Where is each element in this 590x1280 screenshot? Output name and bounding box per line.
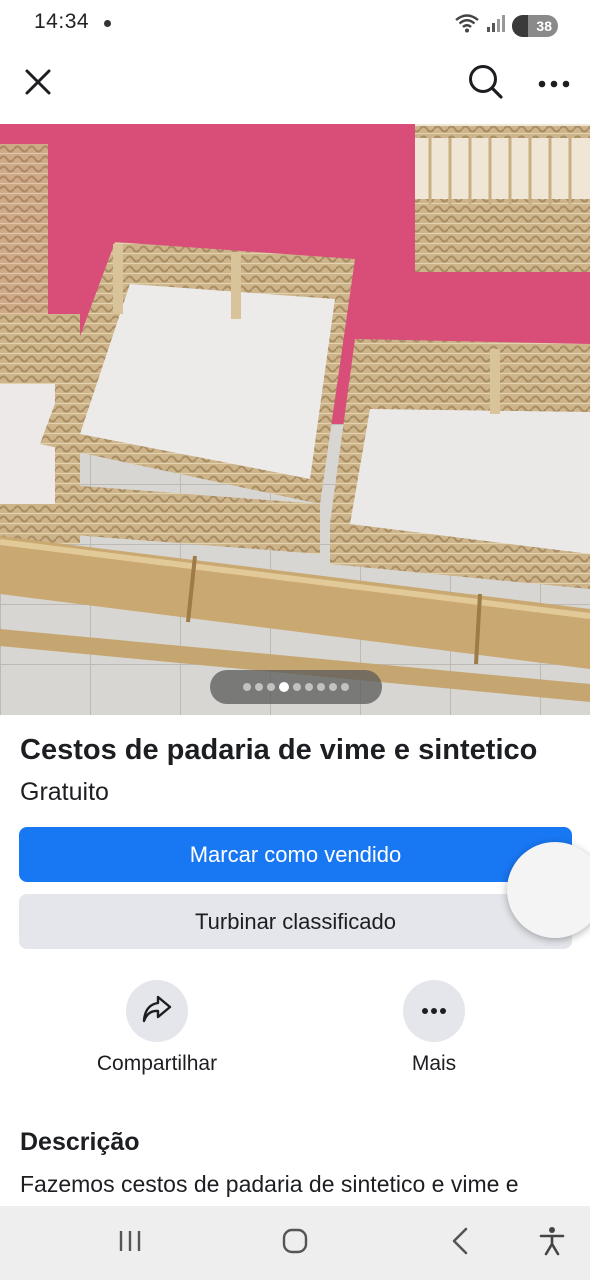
boost-listing-button[interactable]: Turbinar classificado: [19, 894, 572, 949]
home-button[interactable]: [265, 1218, 325, 1268]
battery-level: 38: [536, 17, 552, 34]
status-bar: 14:34 38: [0, 0, 590, 50]
carousel-indicator[interactable]: [210, 670, 382, 704]
listing-title: Cestos de padaria de vime e sintetico: [20, 734, 538, 766]
carousel-dot: [317, 683, 325, 691]
recent-apps-button[interactable]: [100, 1218, 160, 1268]
more-label: Mais: [411, 1052, 457, 1075]
listing-price: Gratuito: [20, 778, 109, 806]
more-action[interactable]: Mais: [354, 980, 514, 1076]
carousel-dot: [341, 683, 349, 691]
listing-photo[interactable]: [0, 124, 590, 715]
battery-icon: 38: [512, 14, 558, 37]
mark-as-sold-button[interactable]: Marcar como vendido: [19, 827, 572, 882]
mark-as-sold-label: Marcar como vendido: [189, 841, 402, 867]
close-button[interactable]: [14, 60, 62, 108]
more-options-button[interactable]: [530, 60, 578, 108]
share-action[interactable]: Compartilhar: [77, 980, 237, 1076]
search-icon: [467, 63, 505, 106]
more-horizontal-icon: [421, 1002, 447, 1020]
system-navigation-bar: [0, 1206, 590, 1280]
carousel-dot: [293, 683, 301, 691]
carousel-dot: [267, 683, 275, 691]
notification-dot-icon: [104, 20, 111, 27]
close-icon: [23, 67, 53, 102]
share-button[interactable]: [126, 980, 188, 1042]
top-app-bar: [0, 52, 590, 118]
wifi-icon: [454, 12, 480, 39]
carousel-dot: [305, 683, 313, 691]
accessibility-button[interactable]: [522, 1218, 582, 1268]
description-heading: Descrição: [20, 1128, 140, 1156]
share-icon: [141, 994, 173, 1029]
more-button[interactable]: [403, 980, 465, 1042]
share-label: Compartilhar: [96, 1052, 218, 1075]
carousel-dot: [329, 683, 337, 691]
recent-apps-icon: [117, 1229, 143, 1258]
back-button[interactable]: [430, 1218, 490, 1268]
search-button[interactable]: [462, 60, 510, 108]
wicker-baskets-photo: [0, 124, 590, 715]
more-horizontal-icon: [538, 75, 570, 93]
boost-listing-label: Turbinar classificado: [195, 908, 396, 934]
status-icons: 38: [454, 12, 558, 39]
description-text: Fazemos cestos de padaria de sintetico e…: [20, 1171, 519, 1197]
back-icon: [450, 1227, 470, 1260]
carousel-dot: [255, 683, 263, 691]
status-time: 14:34: [34, 10, 90, 33]
accessibility-icon: [539, 1226, 565, 1261]
carousel-dot: [243, 683, 251, 691]
carousel-dot-active: [279, 682, 289, 692]
signal-icon: [486, 13, 506, 38]
home-icon: [281, 1227, 309, 1260]
